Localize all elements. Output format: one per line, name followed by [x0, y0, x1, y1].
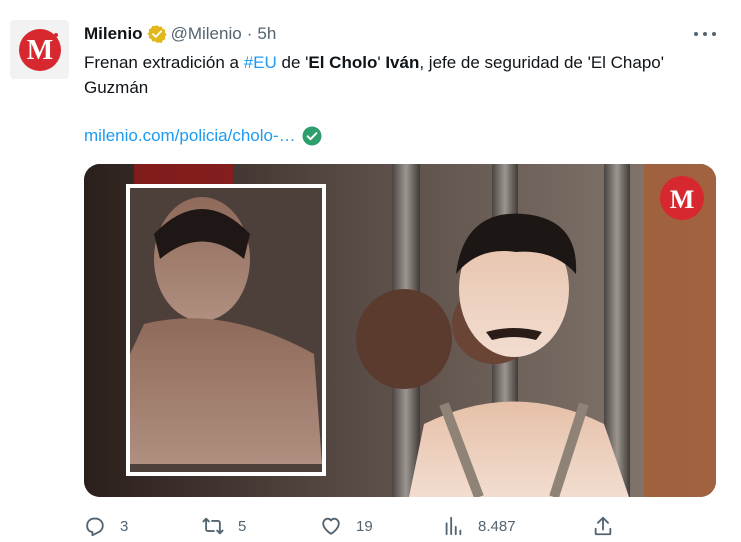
- more-dot-icon: [694, 32, 698, 36]
- more-options-button[interactable]: [694, 24, 716, 44]
- retweet-icon: [202, 517, 224, 535]
- share-button[interactable]: [592, 512, 614, 540]
- author-handle[interactable]: @Milenio: [171, 24, 242, 44]
- header-separator: ·: [246, 24, 253, 43]
- author-name[interactable]: Milenio: [84, 24, 143, 44]
- tweet-text: Frenan extradición a #EU de 'El Cholo' I…: [84, 50, 704, 100]
- tweet-media-image[interactable]: M: [84, 164, 716, 497]
- milenio-logo-icon: M: [18, 28, 61, 71]
- tweet-header: Milenio @Milenio · 5h: [84, 22, 276, 46]
- views-chart-icon: [445, 516, 462, 536]
- like-button[interactable]: 19: [320, 512, 373, 540]
- svg-text:M: M: [26, 35, 52, 66]
- heart-icon: [322, 517, 340, 535]
- text-segment: de ': [276, 53, 309, 72]
- views-button[interactable]: 8.487: [442, 512, 516, 540]
- text-bold-segment: El Cholo: [308, 53, 378, 72]
- share-icon: [594, 516, 612, 536]
- retweet-button[interactable]: 5: [202, 512, 246, 540]
- reply-button[interactable]: 3: [84, 512, 128, 540]
- tweet-timestamp[interactable]: 5h: [257, 24, 276, 44]
- views-count: 8.487: [478, 517, 516, 535]
- tweet[interactable]: M Milenio @Milenio · 5h Frenan extradici…: [0, 0, 741, 542]
- hashtag-link[interactable]: #EU: [244, 53, 277, 72]
- tweet-actions: 3 5 19 8.487: [84, 512, 716, 540]
- retweet-count: 5: [238, 517, 247, 535]
- verified-link-check-icon: [302, 126, 322, 146]
- article-link[interactable]: milenio.com/policia/cholo-…: [84, 124, 322, 148]
- text-bold-segment: Iván: [385, 53, 420, 72]
- more-dot-icon: [703, 32, 707, 36]
- like-count: 19: [356, 517, 373, 535]
- media-watermark-letter: M: [670, 185, 695, 214]
- verified-badge-icon[interactable]: [147, 24, 167, 44]
- author-avatar[interactable]: M: [10, 20, 69, 79]
- article-link-text[interactable]: milenio.com/policia/cholo-…: [84, 126, 296, 146]
- text-segment: Frenan extradición a: [84, 53, 244, 72]
- reply-count: 3: [120, 517, 129, 535]
- more-dot-icon: [712, 32, 716, 36]
- media-illustration: M: [84, 164, 716, 497]
- reply-icon: [86, 517, 104, 537]
